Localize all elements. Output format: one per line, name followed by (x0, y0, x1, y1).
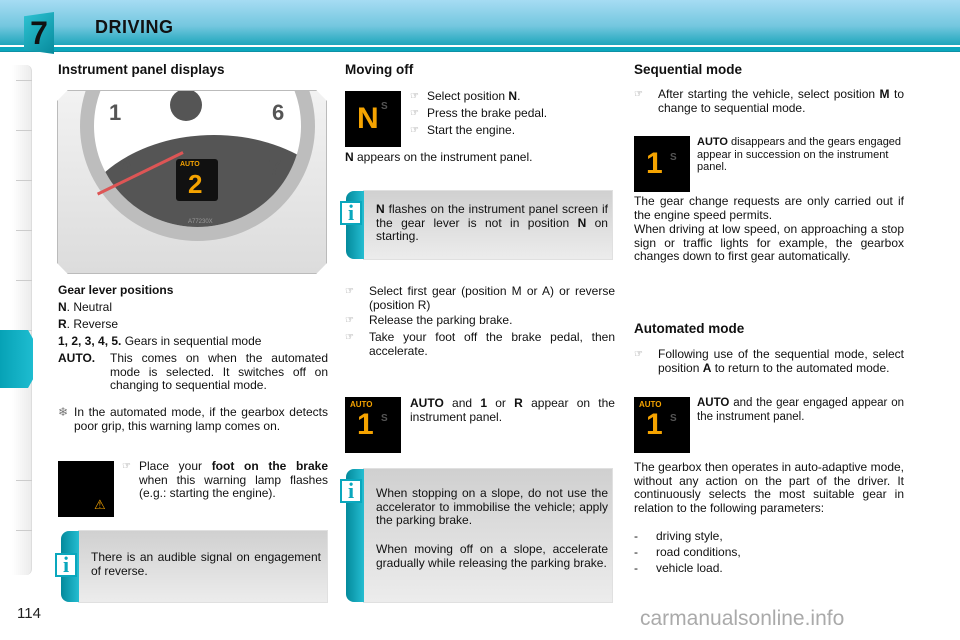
section-heading-sequential-mode: Sequential mode (634, 62, 743, 77)
display-auto-1-image: AUTO 1 S (345, 397, 401, 453)
chapter-title: DRIVING (95, 17, 174, 37)
step-select-m: ☞ After starting the vehicle, select pos… (634, 87, 904, 115)
position-auto: AUTO. This comes on when the automated m… (58, 351, 328, 392)
pointing-hand-icon: ☞ (410, 108, 419, 119)
step-press-brake: ☞ Press the brake pedal. (410, 106, 548, 120)
pointing-hand-icon: ☞ (345, 315, 354, 326)
brake-warning-lamp-image: ⚠ (58, 461, 114, 517)
pointing-hand-icon: ☞ (634, 349, 643, 360)
instrument-panel-image: 1 6 0 7 AUTO 2 A77230X (57, 90, 327, 274)
section-heading-automated-mode: Automated mode (634, 321, 745, 336)
step-accelerate: ☞ Take your foot off the brake pedal, th… (345, 330, 615, 358)
brake-instruction: ☞ Place your foot on the brake when this… (122, 459, 328, 500)
section-heading-instrument-panel: Instrument panel displays (58, 62, 225, 77)
position-n: N. Neutral (58, 300, 113, 314)
info-box-slope: i When stopping on a slope, do not use t… (340, 468, 613, 603)
snowflake-icon: ❄ (58, 405, 69, 419)
step-release-parking-brake: ☞ Release the parking brake. (345, 313, 513, 327)
step-select-n: ☞ Select position N. (410, 89, 521, 103)
info-icon: i (340, 201, 362, 225)
pointing-hand-icon: ☞ (410, 91, 419, 102)
gauge-tick-label: 1 (109, 100, 122, 125)
page-number: 114 (17, 605, 41, 622)
low-speed-para: When driving at low speed, on approachin… (634, 222, 904, 263)
position-r: R. Reverse (58, 317, 119, 331)
pointing-hand-icon: ☞ (345, 332, 354, 343)
watermark: carmanualsonline.info (640, 607, 845, 630)
gear-display-screen: AUTO 2 (176, 159, 218, 201)
n-appears-note: N appears on the instrument panel. (345, 150, 533, 164)
auto-appear-note: AUTO and 1 or R appear on the instrument… (410, 396, 615, 424)
info-box-reverse-signal: i There is an audible signal on engageme… (55, 530, 328, 603)
auto-gear-appear-note: AUTO and the gear engaged appear on the … (697, 397, 904, 423)
step-select-a: ☞ Following use of the sequential mode, … (634, 347, 904, 375)
info-box-n-flashes: i N flashes on the instrument panel scre… (340, 190, 613, 260)
parameter-list-item: - road conditions, (634, 545, 741, 559)
parameter-list-item: - driving style, (634, 529, 723, 543)
pointing-hand-icon: ☞ (345, 286, 354, 297)
display-n-image: NS (345, 91, 401, 147)
auto-disappears-note: AUTO disappears and the gears engaged ap… (697, 136, 902, 173)
section-heading-moving-off: Moving off (345, 62, 414, 77)
active-chapter-tab[interactable] (0, 330, 33, 388)
foot-brake-icon: ⚠ (94, 497, 106, 512)
pointing-hand-icon: ☞ (410, 125, 419, 136)
grip-warning-note: ❄ In the automated mode, if the gearbox … (58, 405, 328, 433)
chapter-number-badge: 7 (24, 12, 54, 54)
info-icon: i (55, 553, 77, 577)
auto-adaptive-para: The gearbox then operates in auto-adapti… (634, 460, 904, 515)
step-select-first-gear: ☞ Select first gear (position M or A) or… (345, 284, 615, 312)
image-reference: A77230X (188, 219, 213, 225)
gauge-hub (170, 91, 202, 121)
header-divider-accent (0, 47, 960, 51)
step-start-engine: ☞ Start the engine. (410, 123, 516, 137)
pointing-hand-icon: ☞ (122, 461, 131, 472)
gauge-tick-label: 6 (272, 100, 285, 125)
display-automated-image: AUTO 1 S (634, 397, 690, 453)
position-gears: 1, 2, 3, 4, 5. Gears in sequential mode (58, 334, 262, 348)
gauge-tick-label: 7 (269, 155, 282, 180)
pointing-hand-icon: ☞ (634, 89, 643, 100)
info-icon: i (340, 479, 362, 503)
display-sequential-image: 1S (634, 136, 690, 192)
chapter-tab-rail (12, 65, 32, 575)
gear-change-para: The gear change requests are only carrie… (634, 194, 904, 222)
gear-positions-title: Gear lever positions (58, 283, 174, 297)
parameter-list-item: - vehicle load. (634, 561, 723, 575)
